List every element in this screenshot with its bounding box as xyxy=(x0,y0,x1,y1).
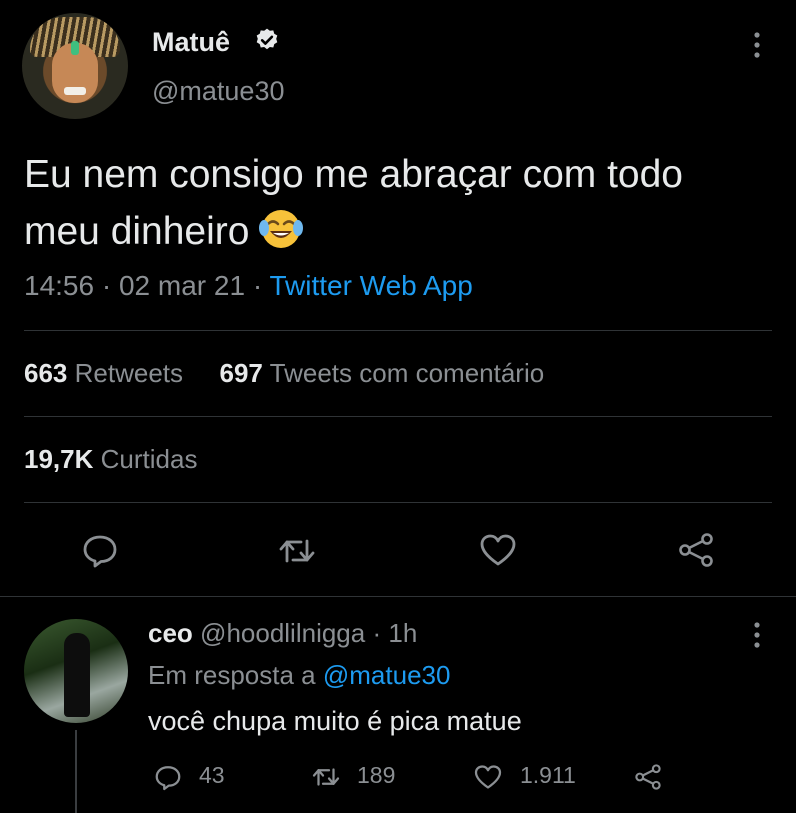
reply-icon[interactable] xyxy=(80,530,120,570)
reply-header: ceo @hoodlilnigga · 1h xyxy=(148,618,417,649)
thread-line xyxy=(75,730,77,813)
tweet-text-line: meu dinheiro xyxy=(24,203,784,260)
reply-author-handle[interactable]: @hoodlilnigga xyxy=(200,618,365,648)
reply-retweets-count: 189 xyxy=(357,762,396,788)
tweet-text-line: Eu nem consigo me abraçar com todo xyxy=(24,153,684,196)
author-avatar[interactable] xyxy=(22,13,128,119)
reply-author-avatar[interactable] xyxy=(24,619,128,723)
verified-badge-icon xyxy=(256,28,278,50)
divider xyxy=(24,502,772,503)
tweet-time: 14:56 xyxy=(24,270,95,301)
reply-time[interactable]: 1h xyxy=(388,618,417,648)
avatar-accent xyxy=(71,41,79,55)
reply-likes-count: 1.911 xyxy=(520,762,576,788)
meta-separator: · xyxy=(372,618,382,648)
retweets-label: Retweets xyxy=(74,358,184,388)
avatar-mouth xyxy=(64,87,86,95)
like-icon[interactable] xyxy=(478,530,518,570)
face-with-tears-of-joy-icon xyxy=(259,210,304,248)
replying-to-label: Em resposta a xyxy=(148,660,316,690)
reply-reply-icon[interactable] xyxy=(153,762,183,792)
replying-to-mention[interactable]: @matue30 xyxy=(323,660,451,690)
tweet-text-line-2: meu dinheiro xyxy=(24,210,250,253)
meta-separator: · xyxy=(101,270,112,301)
section-divider xyxy=(0,596,796,597)
more-options-icon[interactable] xyxy=(752,30,762,60)
quotes-stat[interactable]: 697 Tweets com comentário xyxy=(219,358,544,388)
reply-text: você chupa muito é pica matue xyxy=(148,706,522,736)
engagement-stats-row: 663 Retweets 697 Tweets com comentário xyxy=(24,358,544,389)
tweet-source-link[interactable]: Twitter Web App xyxy=(269,270,472,301)
divider xyxy=(24,330,772,331)
tweet-meta: 14:56 · 02 mar 21 · Twitter Web App xyxy=(24,270,473,302)
reply-replies-count: 43 xyxy=(199,762,225,788)
likes-stat[interactable]: 19,7K Curtidas xyxy=(24,444,197,475)
author-handle[interactable]: @matue30 xyxy=(152,76,284,107)
divider xyxy=(24,416,772,417)
author-name[interactable]: Matuê xyxy=(152,27,230,58)
reply-share-icon[interactable] xyxy=(633,762,663,792)
reply-retweet-icon[interactable] xyxy=(311,762,341,792)
share-icon[interactable] xyxy=(676,530,716,570)
reply-author-name[interactable]: ceo xyxy=(148,618,193,648)
meta-separator: · xyxy=(252,270,263,301)
likes-count: 19,7K xyxy=(24,444,94,474)
replying-to: Em resposta a @matue30 xyxy=(148,660,450,691)
reply-like-icon[interactable] xyxy=(473,762,503,792)
retweets-count: 663 xyxy=(24,358,68,388)
quotes-label: Tweets com comentário xyxy=(269,358,545,388)
tweet-date[interactable]: 02 mar 21 xyxy=(119,270,245,301)
retweet-icon[interactable] xyxy=(277,531,317,571)
avatar-figure xyxy=(64,633,90,717)
quotes-count: 697 xyxy=(219,358,263,388)
reply-more-options-icon[interactable] xyxy=(752,620,762,650)
retweets-stat[interactable]: 663 Retweets xyxy=(24,358,183,388)
tweet-text: Eu nem consigo me abraçar com todo meu d… xyxy=(24,146,784,260)
likes-label: Curtidas xyxy=(100,444,198,474)
